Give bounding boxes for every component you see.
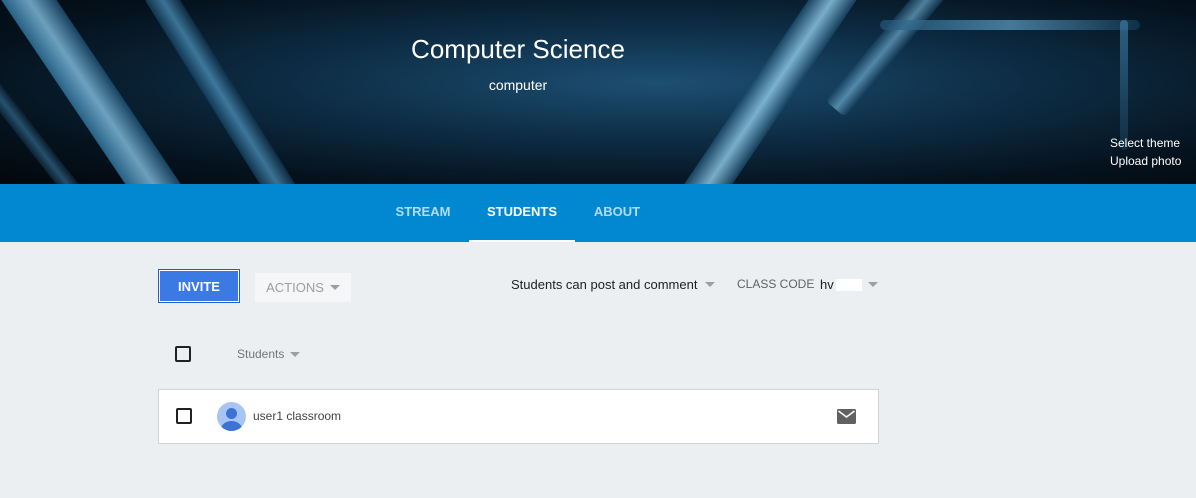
class-header-banner: Computer Science computer Select theme U… <box>0 0 1196 184</box>
select-theme-link[interactable]: Select theme <box>1110 136 1180 150</box>
chevron-down-icon <box>867 282 878 287</box>
invite-button[interactable]: INVITE <box>158 269 240 303</box>
banner-graphic <box>880 20 1140 30</box>
chevron-down-icon <box>290 351 301 357</box>
actions-dropdown[interactable]: ACTIONS <box>255 273 351 302</box>
tab-stream[interactable]: STREAM <box>388 184 458 242</box>
class-code-redaction <box>835 278 862 291</box>
class-code-value: hv <box>820 277 834 292</box>
select-all-checkbox[interactable] <box>175 346 191 362</box>
post-permission-dropdown[interactable]: Students can post and comment <box>511 277 716 292</box>
student-name[interactable]: user1 classroom <box>253 409 341 423</box>
class-code-dropdown[interactable]: hv <box>820 277 878 292</box>
post-permission-label: Students can post and comment <box>511 277 698 292</box>
avatar-icon <box>217 402 246 431</box>
email-icon[interactable] <box>837 409 856 424</box>
chevron-down-icon <box>705 282 716 287</box>
student-row: user1 classroom <box>158 389 879 444</box>
student-checkbox[interactable] <box>176 408 192 424</box>
class-code-label: CLASS CODE <box>737 277 815 291</box>
actions-label: ACTIONS <box>266 280 324 295</box>
chevron-down-icon <box>329 285 340 290</box>
students-sort-label: Students <box>237 347 285 361</box>
banner-graphic <box>1120 20 1128 150</box>
tab-bar: STREAM STUDENTS ABOUT <box>0 184 1196 242</box>
class-section: computer <box>488 77 548 93</box>
students-sort-dropdown[interactable]: Students <box>237 347 301 361</box>
upload-photo-link[interactable]: Upload photo <box>1110 154 1181 168</box>
tab-about[interactable]: ABOUT <box>585 184 649 242</box>
class-title: Computer Science <box>411 34 625 64</box>
tab-students[interactable]: STUDENTS <box>469 184 575 242</box>
